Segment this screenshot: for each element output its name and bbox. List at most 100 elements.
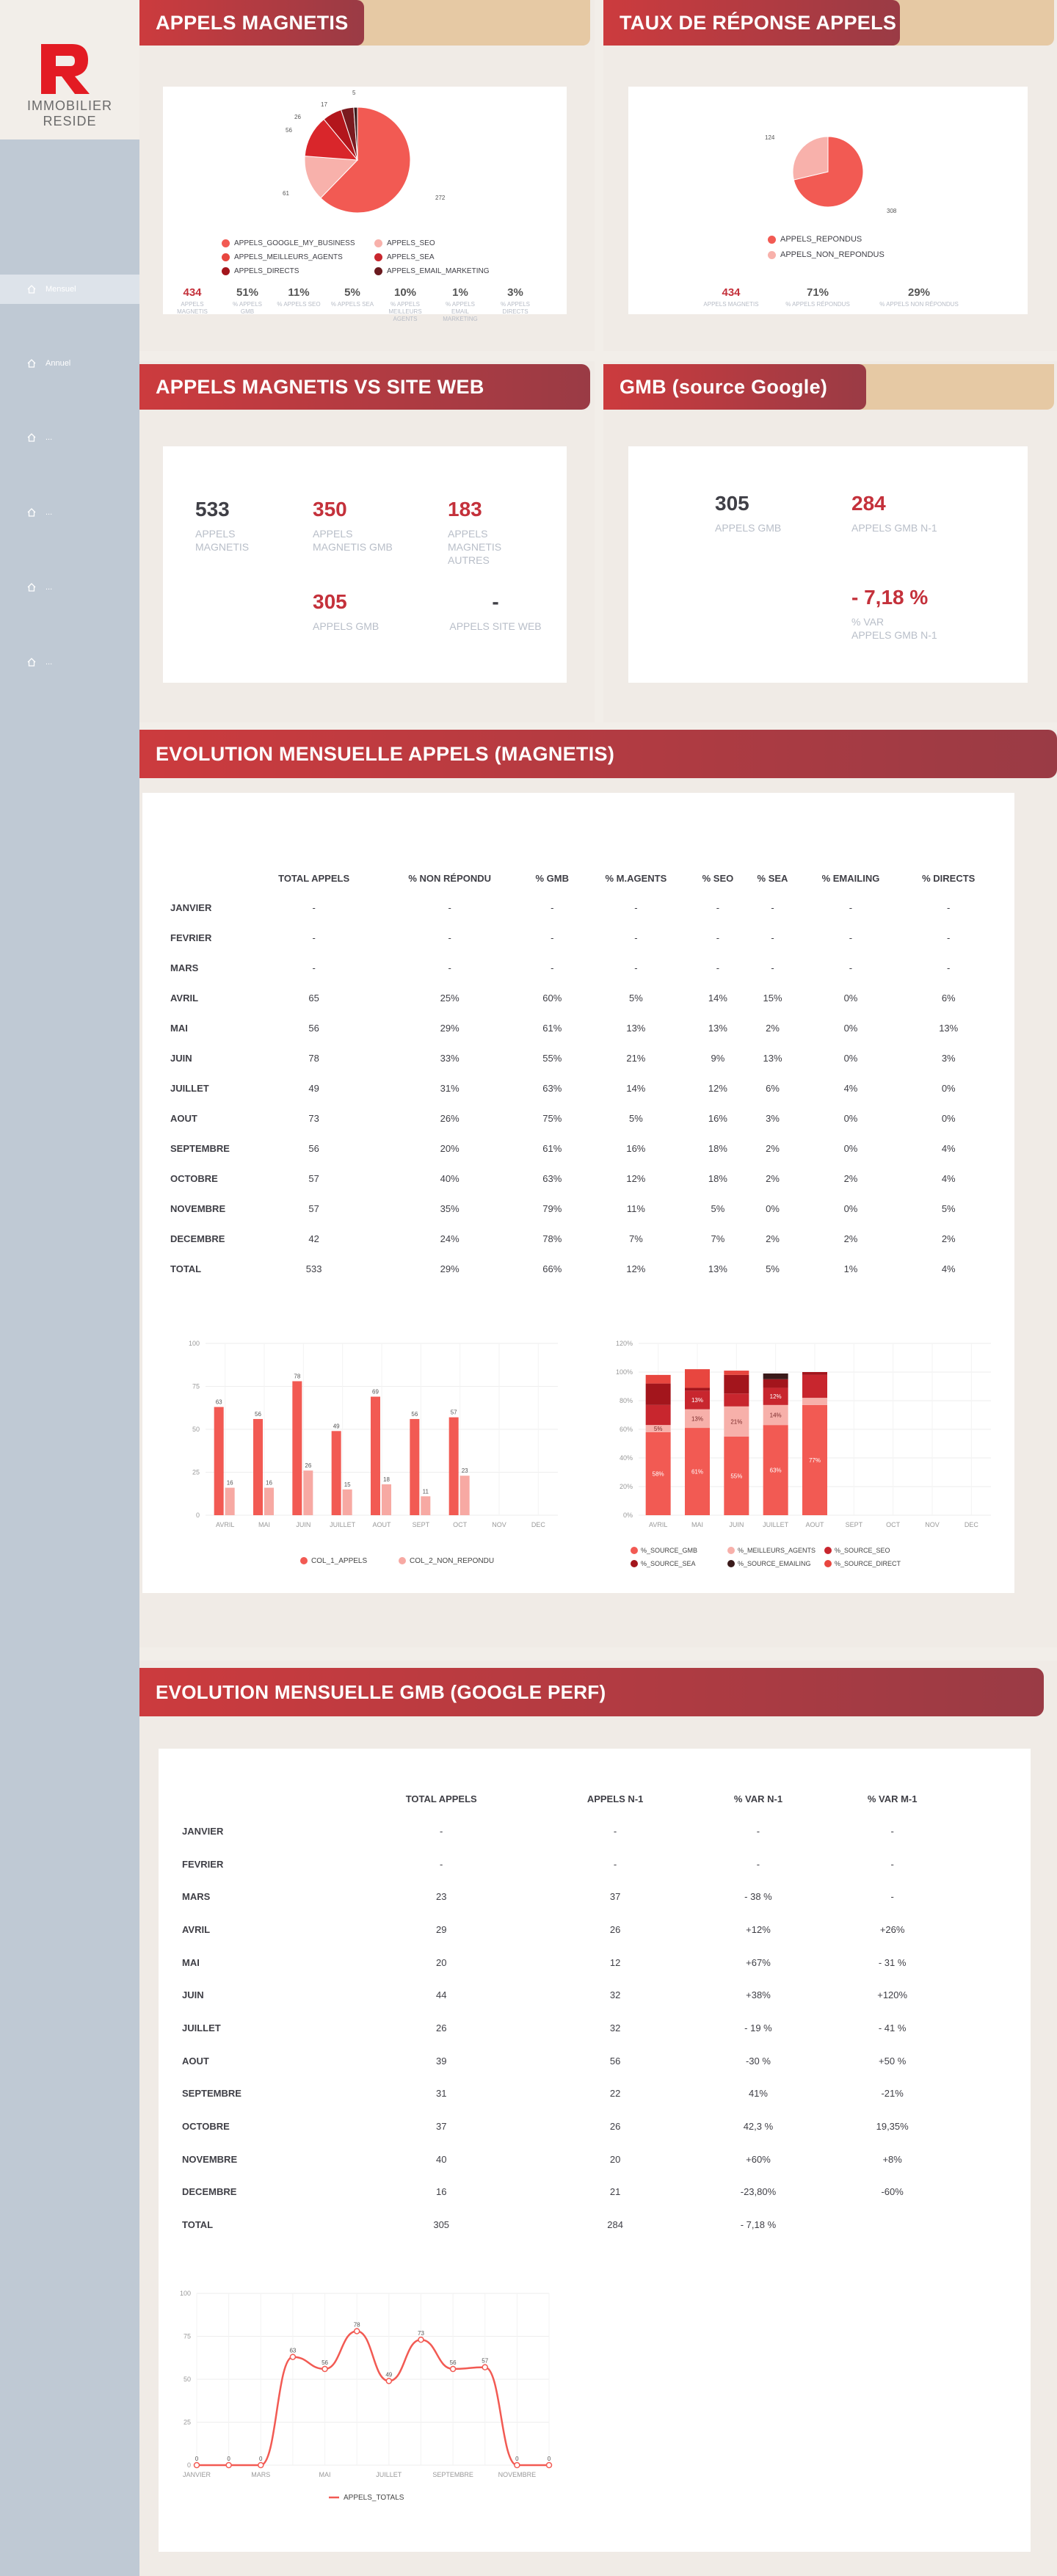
kpi-value: 350 [313, 498, 347, 520]
column-header[interactable] [170, 863, 251, 893]
line-point[interactable] [225, 2461, 232, 2469]
stacked-bar-segment[interactable] [724, 1393, 749, 1407]
legend-label[interactable]: APPELS_TOTALS [344, 2494, 404, 2502]
stacked-bar-segment[interactable] [645, 1374, 671, 1384]
bar-value-label: 11 [423, 1488, 429, 1495]
line-point[interactable] [449, 2365, 457, 2373]
bar[interactable] [410, 1418, 420, 1515]
stacked-bar-segment[interactable] [802, 1372, 827, 1375]
nav-item-5[interactable]: ... [0, 647, 139, 677]
line-point[interactable] [385, 2378, 393, 2384]
bar-value-label: 16 [227, 1480, 233, 1487]
stacked-bar-segment[interactable] [763, 1373, 788, 1379]
legend-label[interactable]: %_SOURCE_GMB [641, 1547, 697, 1554]
legend-item[interactable]: APPELS_NON_REPONDUS [768, 247, 959, 263]
legend-item[interactable]: APPELS_GOOGLE_MY_BUSINESS [222, 236, 368, 250]
nav-item-4[interactable]: ... [0, 573, 139, 602]
table-cell: 56 [308, 1023, 319, 1034]
line-point[interactable] [514, 2461, 520, 2469]
column-header[interactable]: % SEO [690, 863, 745, 893]
legend-item[interactable]: APPELS_DIRECTS [222, 264, 368, 278]
legend-label[interactable]: COL_2_NON_REPONDU [410, 1557, 494, 1565]
kpi-tile: 533 APPELS MAGNETIS [195, 498, 291, 554]
bar[interactable] [371, 1396, 380, 1515]
legend-label[interactable]: %_SOURCE_SEO [835, 1547, 890, 1554]
bar[interactable] [460, 1476, 470, 1515]
stacked-bar-segment[interactable] [685, 1369, 710, 1388]
column-header[interactable]: TOTAL APPELS [251, 863, 377, 893]
legend-label[interactable]: %_SOURCE_DIRECT [835, 1560, 901, 1567]
kpi-label: % APPELS MEILLEURS AGENTS [388, 301, 422, 322]
stacked-bar-segment[interactable] [685, 1387, 710, 1391]
line-point[interactable] [289, 2354, 297, 2360]
column-header[interactable]: % EMAILING [799, 863, 901, 893]
legend-item[interactable]: APPELS_SEA [374, 250, 536, 264]
column-header[interactable] [182, 1782, 344, 1815]
pie-slice[interactable] [792, 136, 829, 181]
table-row: SEPTEMBRE 31 22 41% -21% [182, 2078, 960, 2111]
column-header[interactable]: TOTAL APPELS [344, 1782, 539, 1815]
segment-value-label: 61% [691, 1469, 703, 1476]
kpi-label: % APPELS RÉPONDUS [785, 301, 850, 308]
stacked-bar-segment[interactable] [724, 1371, 749, 1375]
line-point[interactable] [545, 2461, 553, 2469]
legend-item[interactable]: APPELS_EMAIL_MARKETING [374, 264, 536, 278]
bar[interactable] [292, 1381, 302, 1515]
legend-label[interactable]: %_SOURCE_EMAILING [738, 1560, 811, 1567]
stacked-bar-segment[interactable] [802, 1374, 827, 1398]
table-cell: 40% [440, 1173, 460, 1184]
bar[interactable] [342, 1489, 352, 1515]
stacked-bar-segment[interactable] [763, 1379, 788, 1388]
legend-item[interactable]: APPELS_MEILLEURS_AGENTS [222, 250, 368, 264]
table-row: JUILLET 26 32 - 19 % - 41 % [182, 2011, 960, 2045]
bar[interactable] [225, 1487, 235, 1515]
bar[interactable] [382, 1484, 391, 1515]
line-point[interactable] [258, 2461, 264, 2469]
line-point[interactable] [418, 2336, 424, 2343]
table-cell: - [448, 932, 451, 943]
banner-magnetis-title: APPELS MAGNETIS [139, 0, 364, 46]
column-header[interactable]: % SEA [746, 863, 800, 893]
column-header[interactable]: % GMB [523, 863, 581, 893]
nav-item-0[interactable]: Mensuel [0, 275, 139, 304]
legend-label[interactable]: COL_1_APPELS [311, 1557, 367, 1565]
bar[interactable] [448, 1417, 459, 1515]
bar[interactable] [331, 1431, 341, 1515]
table-row: TOTAL 305 284 - 7,18 % [182, 2208, 960, 2241]
kpi-value: 284 [851, 492, 886, 515]
bar[interactable] [303, 1470, 313, 1515]
table-cell: 49 [308, 1083, 319, 1094]
line-point[interactable] [193, 2461, 200, 2469]
banner-taux: TAUX DE RÉPONSE APPELS [603, 0, 1054, 46]
table-cell: -21% [881, 2088, 904, 2100]
brand-logo: IMMOBILIER RESIDE [0, 0, 139, 139]
column-header[interactable]: % DIRECTS [901, 863, 995, 893]
table-cell: 12% [626, 1173, 646, 1184]
line-point[interactable] [482, 2364, 488, 2370]
table-cell: 2% [766, 1143, 780, 1154]
nav-item-1[interactable]: Annuel [0, 349, 139, 378]
nav-item-2[interactable]: ... [0, 423, 139, 452]
stacked-bar-segment[interactable] [802, 1398, 827, 1405]
column-header[interactable]: % VAR N-1 [692, 1782, 825, 1815]
column-header[interactable]: % NON RÉPONDU [377, 863, 523, 893]
legend-label[interactable]: %_MEILLEURS_AGENTS [738, 1547, 816, 1554]
column-header[interactable]: APPELS N-1 [539, 1782, 692, 1815]
bar[interactable] [421, 1496, 431, 1515]
legend-item[interactable]: APPELS_SEO [374, 236, 536, 250]
bar[interactable] [264, 1487, 274, 1515]
nav-item-3[interactable]: ... [0, 498, 139, 527]
line-point[interactable] [353, 2328, 360, 2334]
column-header[interactable]: % M.AGENTS [581, 863, 690, 893]
x-tick-label: JUIN [729, 1521, 744, 1528]
legend-item[interactable]: APPELS_REPONDUS [768, 232, 959, 247]
stacked-bar-segment[interactable] [645, 1404, 671, 1426]
line-point[interactable] [322, 2365, 328, 2373]
bar[interactable] [253, 1418, 263, 1515]
bar[interactable] [214, 1407, 224, 1515]
column-header[interactable]: % VAR M-1 [824, 1782, 960, 1815]
stacked-bar-segment[interactable] [645, 1383, 671, 1405]
legend-label[interactable]: %_SOURCE_SEA [641, 1560, 696, 1567]
stacked-bar-segment[interactable] [724, 1374, 749, 1394]
series-line[interactable] [196, 2330, 549, 2467]
